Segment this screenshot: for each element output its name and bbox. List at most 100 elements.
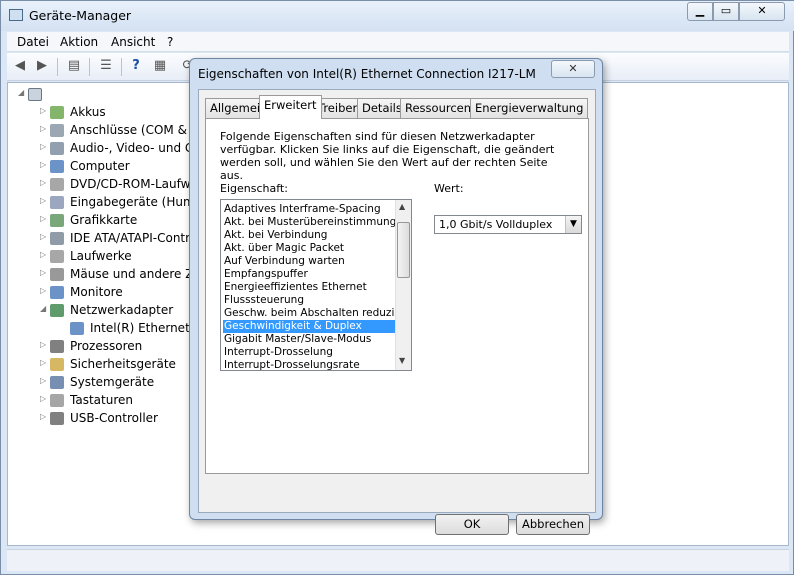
- collapse-arrow-icon[interactable]: ◢: [40, 304, 48, 313]
- property-item[interactable]: Gigabit Master/Slave-Modus: [223, 333, 396, 346]
- property-item[interactable]: Adaptives Interframe-Spacing: [223, 203, 396, 216]
- port-icon: [50, 124, 64, 137]
- property-item-selected[interactable]: Geschwindigkeit & Duplex: [223, 320, 396, 333]
- view-icon[interactable]: ▦: [151, 58, 169, 75]
- property-item[interactable]: Auf Verbindung warten: [223, 255, 396, 268]
- expand-arrow-icon[interactable]: ▷: [40, 286, 48, 295]
- battery-icon: [50, 106, 64, 119]
- value-label: Wert:: [434, 182, 464, 195]
- property-item[interactable]: Akt. bei Musterübereinstimmung: [223, 216, 396, 229]
- scrollbar-thumb[interactable]: [397, 222, 410, 278]
- expand-arrow-icon[interactable]: ▷: [40, 178, 48, 187]
- property-item[interactable]: Geschw. beim Abschalten reduzieren: [223, 307, 396, 320]
- monitor-icon: [50, 160, 64, 173]
- ok-button[interactable]: OK: [435, 514, 509, 535]
- disc-drive-icon: [50, 178, 64, 191]
- tree-item-label: USB-Controller: [70, 411, 158, 425]
- scroll-up-icon[interactable]: ▲: [399, 202, 405, 211]
- value-dropdown[interactable]: 1,0 Gbit/s Vollduplex ▼: [434, 215, 582, 234]
- menu-bar: Datei Aktion Ansicht ?: [7, 32, 789, 52]
- property-item[interactable]: Energieeffizientes Ethernet: [223, 281, 396, 294]
- mouse-icon: [50, 268, 64, 281]
- expand-arrow-icon[interactable]: ▷: [40, 394, 48, 403]
- toolbar-separator: [121, 58, 122, 76]
- property-label: Eigenschaft:: [220, 182, 288, 195]
- dialog-close-button[interactable]: ✕: [551, 60, 595, 78]
- title-bar[interactable]: Geräte-Manager ▁ ▭ ✕: [1, 1, 794, 31]
- expand-arrow-icon[interactable]: ▷: [40, 232, 48, 241]
- property-item[interactable]: Akt. über Magic Packet: [223, 242, 396, 255]
- expand-arrow-icon[interactable]: ▷: [40, 106, 48, 115]
- network-adapter-icon: [70, 322, 84, 335]
- tree-item-label: Prozessoren: [70, 339, 143, 353]
- properties-dialog: Eigenschaften von Intel(R) Ethernet Conn…: [189, 58, 603, 535]
- scroll-down-icon[interactable]: ▼: [399, 356, 405, 365]
- tab-energieverwaltung[interactable]: Energieverwaltung: [470, 98, 589, 118]
- processor-icon: [50, 340, 64, 353]
- disk-drive-icon: [50, 250, 64, 263]
- dialog-body: Allgemein Erweitert Treiber Details Ress…: [198, 89, 596, 535]
- expand-arrow-icon[interactable]: ▷: [40, 250, 48, 259]
- keyboard-icon: [50, 394, 64, 407]
- dropdown-arrow-icon[interactable]: ▼: [565, 216, 581, 233]
- menu-aktion[interactable]: Aktion: [60, 35, 98, 49]
- value-dropdown-text: 1,0 Gbit/s Vollduplex: [439, 218, 553, 231]
- tab-erweitert[interactable]: Erweitert: [259, 95, 322, 119]
- property-listbox[interactable]: Adaptives Interframe-Spacing Akt. bei Mus…: [220, 199, 412, 371]
- advanced-tab-panel: Folgende Eigenschaften sind für diesen N…: [205, 118, 589, 474]
- usb-icon: [50, 412, 64, 425]
- speaker-icon: [50, 142, 64, 155]
- status-bar: [7, 549, 789, 571]
- close-button[interactable]: ✕: [739, 2, 785, 21]
- expand-arrow-icon[interactable]: ▷: [40, 376, 48, 385]
- expand-arrow-icon[interactable]: ▷: [40, 412, 48, 421]
- tree-item-label: Akkus: [70, 105, 106, 119]
- cancel-button[interactable]: Abbrechen: [516, 514, 590, 535]
- network-icon: [50, 304, 64, 317]
- expand-arrow-icon[interactable]: ▷: [40, 358, 48, 367]
- properties-icon[interactable]: ▤: [65, 58, 83, 75]
- expand-arrow-icon[interactable]: ▷: [40, 340, 48, 349]
- monitor-icon: [50, 286, 64, 299]
- tree-item-label: Tastaturen: [70, 393, 133, 407]
- minimize-button[interactable]: ▁: [687, 2, 713, 21]
- advanced-description: Folgende Eigenschaften sind für diesen N…: [220, 130, 555, 182]
- listbox-scrollbar[interactable]: ▲ ▼: [395, 200, 411, 370]
- property-item[interactable]: Empfangspuffer: [223, 268, 396, 281]
- property-item[interactable]: Akt. bei Verbindung: [223, 229, 396, 242]
- expand-arrow-icon[interactable]: ▷: [40, 196, 48, 205]
- tree-item-label: Laufwerke: [70, 249, 132, 263]
- tree-item-label: Netzwerkadapter: [70, 303, 174, 317]
- hid-icon: [50, 196, 64, 209]
- toolbar-separator: [57, 58, 58, 76]
- expand-arrow-icon[interactable]: ▷: [40, 124, 48, 133]
- back-arrow-icon[interactable]: ◀: [11, 58, 29, 75]
- property-item[interactable]: Interrupt-Drosselung: [223, 346, 396, 359]
- expand-arrow-icon[interactable]: ▷: [40, 214, 48, 223]
- graphics-card-icon: [50, 214, 64, 227]
- menu-datei[interactable]: Datei: [17, 35, 49, 49]
- toolbar-separator: [89, 58, 90, 76]
- maximize-button[interactable]: ▭: [713, 2, 739, 21]
- tree-item-label: Sicherheitsgeräte: [70, 357, 176, 371]
- device-list-icon[interactable]: ☰: [97, 58, 115, 75]
- collapse-arrow-icon[interactable]: ◢: [18, 88, 26, 97]
- menu-ansicht[interactable]: Ansicht: [111, 35, 155, 49]
- computer-icon: [28, 88, 42, 101]
- tree-item-label: Computer: [70, 159, 130, 173]
- menu-help[interactable]: ?: [167, 35, 173, 49]
- dialog-title: Eigenschaften von Intel(R) Ethernet Conn…: [198, 67, 536, 81]
- property-item[interactable]: Flusssteuerung: [223, 294, 396, 307]
- tree-item-label: Monitore: [70, 285, 123, 299]
- ide-controller-icon: [50, 232, 64, 245]
- forward-arrow-icon[interactable]: ▶: [33, 58, 51, 75]
- property-item[interactable]: Interrupt-Drosselungsrate: [223, 359, 396, 370]
- help-icon[interactable]: ?: [127, 58, 145, 75]
- expand-arrow-icon[interactable]: ▷: [40, 160, 48, 169]
- tree-item-label: Systemgeräte: [70, 375, 155, 389]
- tree-item-label: Grafikkarte: [70, 213, 138, 227]
- expand-arrow-icon[interactable]: ▷: [40, 268, 48, 277]
- system-devices-icon: [50, 376, 64, 389]
- tab-ressourcen[interactable]: Ressourcen: [400, 98, 477, 118]
- expand-arrow-icon[interactable]: ▷: [40, 142, 48, 151]
